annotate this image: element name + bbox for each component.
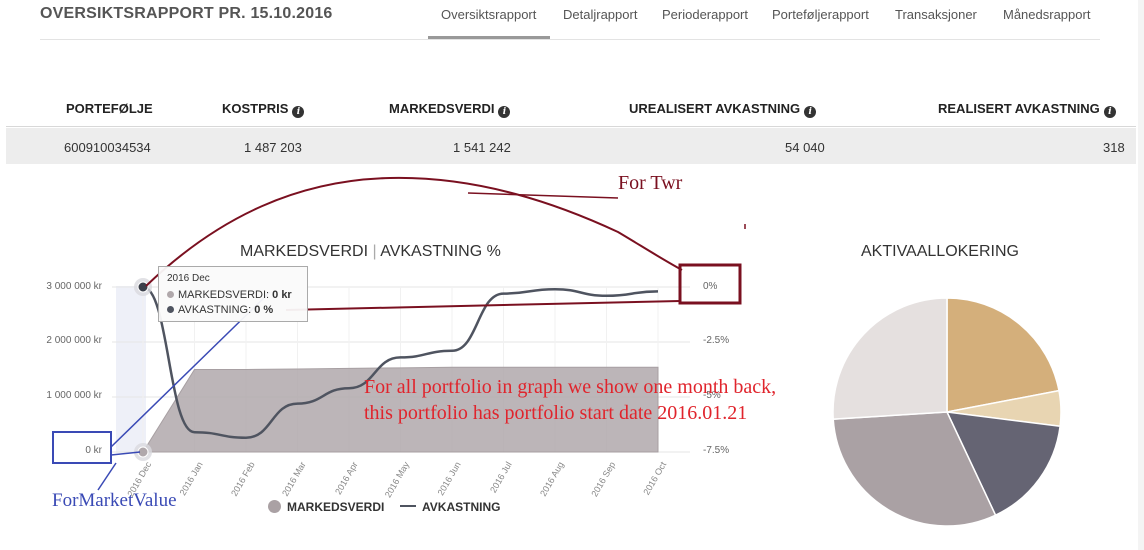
scrollbar[interactable] bbox=[1138, 0, 1144, 550]
allocation-title: AKTIVAALLOKERING bbox=[861, 243, 1019, 260]
annotation-twr: For Twr bbox=[618, 172, 683, 194]
pie-chart bbox=[832, 297, 1062, 527]
tooltip-mv: MARKEDSVERDI: 0 kr bbox=[167, 289, 292, 301]
y-tick-right: -2.5% bbox=[703, 335, 730, 346]
y-tick-right: -7.5% bbox=[703, 445, 730, 456]
tooltip-return: AVKASTNING: 0 % bbox=[167, 304, 273, 316]
annotation-market-value: ForMarketValue bbox=[52, 490, 177, 511]
annotation-line-mv-3 bbox=[97, 462, 117, 491]
y-tick-right: 0% bbox=[703, 281, 718, 292]
annotation-line-twr bbox=[467, 192, 619, 199]
legend-markedsverdi[interactable]: MARKEDSVERDI bbox=[268, 500, 384, 514]
point-avkastning bbox=[137, 281, 149, 293]
y-tick-left: 1 000 000 kr bbox=[46, 390, 102, 401]
legend-swatch-area bbox=[268, 500, 281, 513]
legend-swatch-line bbox=[400, 505, 416, 507]
pie-slice bbox=[832, 297, 948, 420]
y-tick-left: 0 kr bbox=[85, 445, 102, 456]
annotation-main: For all portfolio in graph we show one m… bbox=[364, 376, 777, 424]
legend-avkastning[interactable]: AVKASTNING bbox=[400, 500, 500, 514]
y-tick-left: 2 000 000 kr bbox=[46, 335, 102, 346]
y-tick-left: 3 000 000 kr bbox=[46, 281, 102, 292]
chart-tooltip: 2016 Dec MARKEDSVERDI: 0 kr AVKASTNING: … bbox=[158, 266, 308, 322]
tooltip-date: 2016 Dec bbox=[167, 273, 210, 284]
